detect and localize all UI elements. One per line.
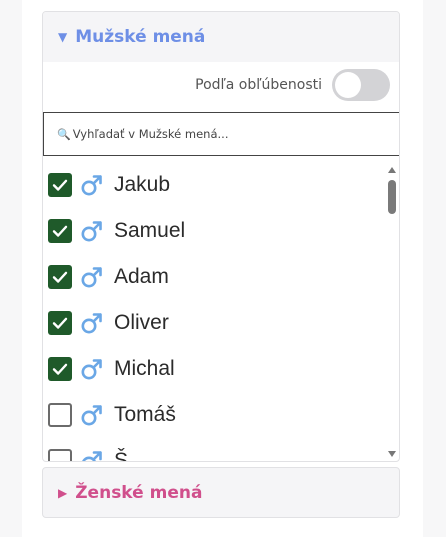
list-item[interactable]: Michal	[43, 346, 387, 392]
male-symbol-icon	[81, 313, 102, 334]
list-item[interactable]: Š...	[43, 438, 387, 462]
list-item[interactable]: Oliver	[43, 300, 387, 346]
male-section-title: Mužské mená	[75, 27, 206, 47]
male-symbol-icon	[81, 267, 102, 288]
name-checkbox[interactable]	[48, 403, 72, 427]
male-section-header[interactable]: ▼ Mužské mená	[43, 12, 399, 62]
list-item[interactable]: Samuel	[43, 208, 387, 254]
name-checkbox[interactable]	[48, 265, 72, 289]
scroll-thumb[interactable]	[388, 180, 396, 214]
name-checkbox[interactable]	[48, 311, 72, 335]
list-scrollbar[interactable]	[385, 162, 399, 461]
scroll-up-arrow-icon[interactable]	[388, 167, 396, 173]
name-label: Š...	[114, 449, 146, 462]
list-item[interactable]: Adam	[43, 254, 387, 300]
sort-by-popularity-row: Podľa obľúbenosti	[195, 68, 390, 102]
search-placeholder: Vyhľadať v Mužské mená...	[72, 127, 229, 141]
male-symbol-icon	[81, 221, 102, 242]
scroll-down-arrow-icon[interactable]	[388, 451, 396, 457]
female-names-section: ▶ Ženské mená	[42, 467, 400, 518]
caret-down-icon: ▼	[58, 30, 68, 44]
toggle-knob	[335, 72, 361, 98]
name-label: Oliver	[114, 311, 169, 334]
name-label: Samuel	[114, 219, 186, 242]
name-checkbox[interactable]	[48, 219, 72, 243]
name-checkbox[interactable]	[48, 357, 72, 381]
search-input[interactable]: 🔍 Vyhľadať v Mužské mená...	[43, 112, 399, 156]
male-names-list: Jakub Samuel Adam Oliver Michal Tomáš Š...	[43, 162, 387, 462]
name-checkbox[interactable]	[48, 449, 72, 461]
name-label: Michal	[114, 357, 175, 380]
checkmark-icon	[52, 317, 68, 329]
caret-right-icon: ▶	[58, 485, 68, 500]
sort-by-popularity-label: Podľa obľúbenosti	[195, 77, 322, 93]
male-symbol-icon	[81, 359, 102, 380]
male-symbol-icon	[82, 451, 102, 461]
name-label: Tomáš	[114, 403, 176, 426]
male-names-section: ▼ Mužské mená Podľa obľúbenosti 🔍 Vyhľad…	[42, 11, 400, 462]
sort-by-popularity-toggle[interactable]	[332, 69, 390, 101]
name-label: Jakub	[114, 173, 171, 196]
checkmark-icon	[52, 179, 68, 191]
list-item[interactable]: Jakub	[43, 162, 387, 208]
male-symbol-icon	[81, 175, 102, 196]
female-section-title: Ženské mená	[75, 482, 203, 503]
checkmark-icon	[52, 271, 68, 283]
checkmark-icon	[52, 363, 68, 375]
name-checkbox[interactable]	[48, 173, 72, 197]
male-symbol-icon	[81, 405, 102, 426]
list-item[interactable]: Tomáš	[43, 392, 387, 438]
checkmark-icon	[52, 225, 68, 237]
search-icon: 🔍	[57, 127, 71, 141]
name-label: Adam	[114, 265, 169, 288]
female-section-header[interactable]: ▶ Ženské mená	[43, 468, 399, 517]
